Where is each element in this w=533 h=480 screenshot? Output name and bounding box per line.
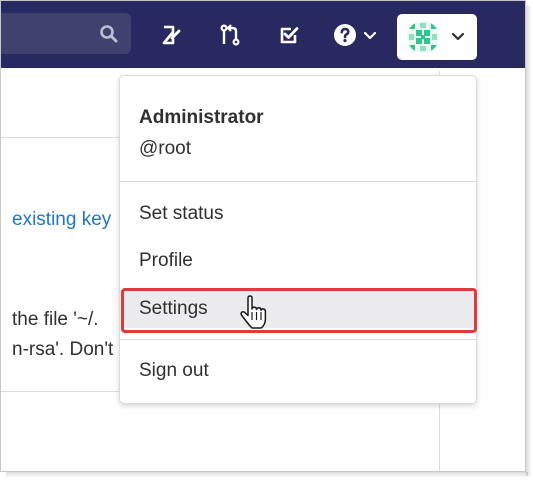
browser-viewport: existing key the file '~/. n-rsa'. Don't… (0, 0, 526, 472)
hand-cursor-icon (240, 295, 267, 329)
menu-divider (120, 181, 476, 182)
avatar (407, 21, 439, 53)
menu-item-sign-out[interactable]: Sign out (120, 352, 476, 390)
issues-icon[interactable] (159, 23, 183, 47)
user-menu-button[interactable] (397, 14, 477, 60)
chevron-down-icon[interactable] (363, 31, 377, 41)
menu-item-profile[interactable]: Profile (120, 242, 476, 280)
menu-item-label: Set status (139, 203, 224, 224)
todos-icon[interactable] (277, 23, 301, 47)
search-icon[interactable] (99, 24, 119, 44)
help-text-line: n-rsa'. Don't (12, 339, 114, 360)
menu-item-set-status[interactable]: Set status (120, 195, 476, 233)
menu-divider (120, 339, 476, 340)
menu-item-label: Sign out (139, 360, 209, 381)
merge-requests-icon[interactable] (218, 23, 242, 47)
menu-item-label: Profile (139, 250, 193, 271)
top-navbar (1, 1, 525, 68)
user-name: Administrator (139, 107, 264, 128)
existing-key-link[interactable]: existing key (12, 209, 111, 231)
window-shadow (6, 472, 528, 478)
help-icon[interactable] (333, 23, 357, 47)
user-dropdown-menu: Administrator @root Set status Profile S… (119, 75, 477, 404)
window-shadow (526, 6, 532, 476)
chevron-down-icon (451, 32, 465, 41)
search-input[interactable] (1, 13, 131, 54)
highlight-box (121, 288, 477, 333)
user-username: @root (139, 138, 192, 159)
help-text-line: the file '~/. (12, 309, 99, 330)
